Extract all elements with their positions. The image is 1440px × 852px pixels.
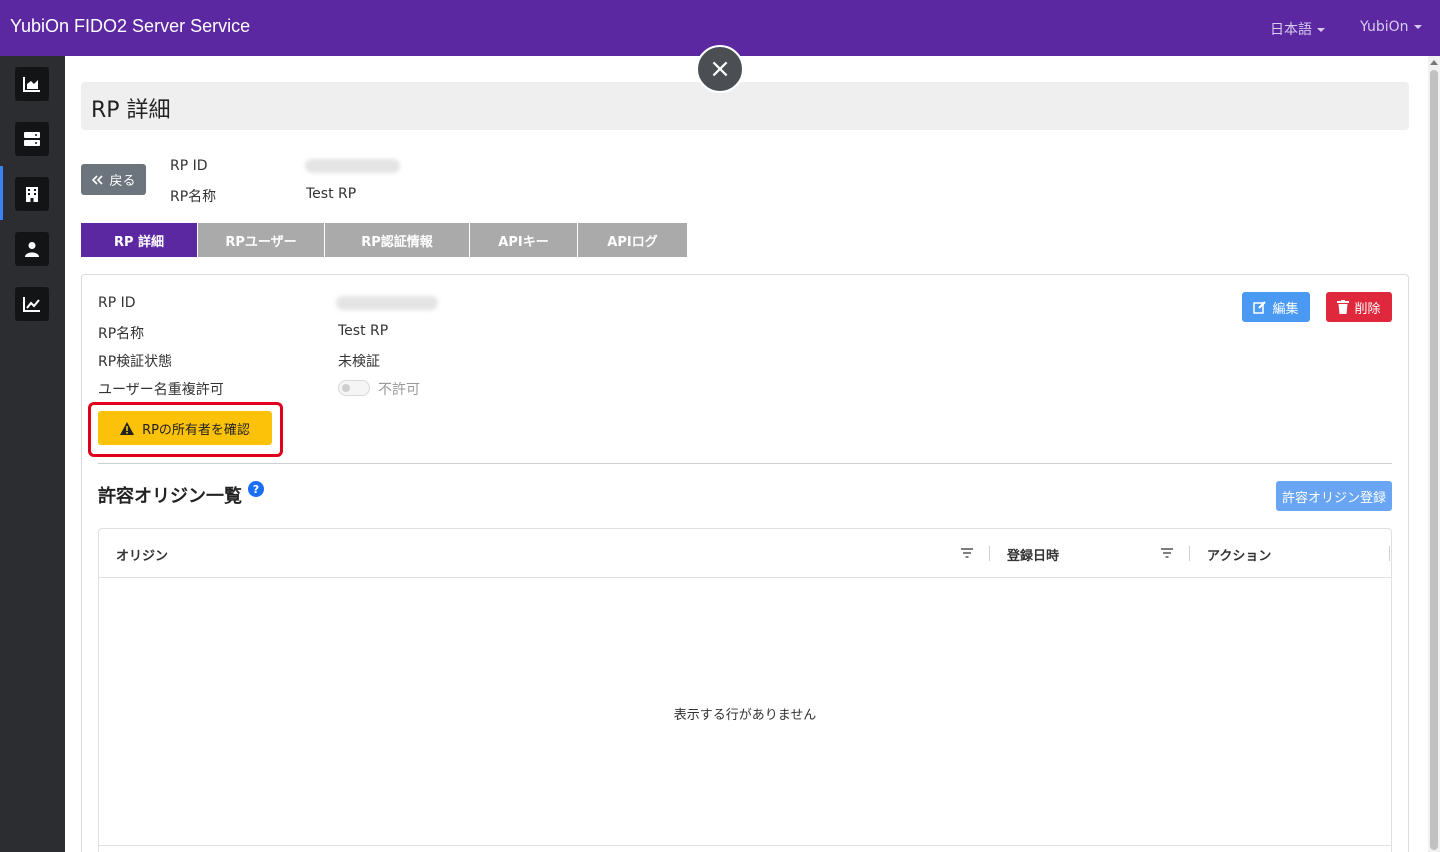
trash-icon (1337, 300, 1350, 314)
filter-icon[interactable] (960, 547, 974, 559)
grid-header: オリジン 登録日時 アクション (99, 529, 1391, 578)
user-dropdown[interactable]: YubiOn (1360, 19, 1422, 35)
sidebar-item-dashboard[interactable] (15, 67, 49, 101)
page-header: RP 詳細 (81, 82, 1409, 130)
sidebar-item-organization[interactable] (15, 177, 49, 211)
summary-rp-id-label: RP ID (170, 158, 208, 174)
column-separator[interactable] (1189, 546, 1190, 561)
detail-verify-value: 未検証 (338, 354, 380, 370)
column-header-origin[interactable]: オリジン (116, 545, 168, 564)
scroll-up-arrow-icon[interactable] (1430, 60, 1438, 65)
tab-api-logs[interactable]: APIログ (578, 223, 687, 257)
chevron-down-icon (1413, 25, 1422, 29)
section-divider (98, 463, 1392, 464)
tab-api-keys[interactable]: APIキー (470, 223, 578, 257)
column-separator[interactable] (1389, 546, 1390, 561)
filter-icon[interactable] (1160, 547, 1174, 559)
double-chevron-left-icon (92, 174, 104, 185)
server-icon (24, 132, 40, 146)
chevron-down-icon (1317, 28, 1325, 32)
close-icon: × (709, 54, 731, 84)
edit-icon (1253, 301, 1267, 314)
language-dropdown[interactable]: 日本語 (1270, 19, 1325, 39)
warning-icon (120, 421, 135, 435)
scrollbar-thumb[interactable] (1430, 70, 1438, 850)
detail-rp-id-label: RP ID (98, 295, 136, 311)
summary-rp-name-label: RP名称 (170, 189, 217, 205)
detail-rp-name-label: RP名称 (98, 326, 145, 342)
detail-dup-label: ユーザー名重複許可 (98, 382, 224, 398)
sidebar-item-users[interactable] (15, 232, 49, 266)
close-button[interactable]: × (696, 45, 744, 93)
sidebar-item-servers[interactable] (15, 122, 49, 156)
back-button-label: 戻る (109, 174, 136, 189)
language-label: 日本語 (1270, 22, 1312, 38)
help-icon[interactable]: ? (248, 481, 264, 497)
tab-rp-detail[interactable]: RP 詳細 (81, 223, 198, 257)
edit-button-label: 編集 (1272, 301, 1299, 317)
building-icon (26, 186, 38, 202)
delete-button[interactable]: 削除 (1326, 292, 1392, 322)
line-chart-icon (23, 297, 40, 312)
detail-tabs: RP 詳細 RPユーザー RP認証情報 APIキー APIログ (81, 223, 687, 257)
area-chart-icon (23, 77, 40, 92)
sidebar (0, 56, 65, 852)
detail-rp-name-value: Test RP (338, 323, 389, 339)
tab-rp-users[interactable]: RPユーザー (198, 223, 325, 257)
confirm-owner-label: RPの所有者を確認 (142, 422, 250, 438)
scrollbar[interactable] (1428, 56, 1440, 852)
confirm-owner-button[interactable]: RPの所有者を確認 (98, 411, 272, 445)
sidebar-active-indicator (0, 166, 3, 220)
column-header-registered-at[interactable]: 登録日時 (1007, 545, 1059, 564)
dup-allow-toggle (338, 380, 370, 396)
page-title: RP 詳細 (91, 98, 171, 123)
column-separator[interactable] (989, 546, 990, 561)
detail-rp-id-value-redacted (336, 296, 438, 310)
help-icon-glyph: ? (252, 482, 260, 496)
user-label: YubiOn (1360, 19, 1409, 35)
toggle-knob (342, 384, 350, 392)
origins-grid: オリジン 登録日時 アクション 表示する行がありません (98, 528, 1392, 852)
edit-button[interactable]: 編集 (1242, 292, 1310, 322)
detail-verify-label: RP検証状態 (98, 354, 173, 370)
app-title[interactable]: YubiOn FIDO2 Server Service (10, 16, 250, 37)
origins-title: 許容オリジン一覧 (98, 486, 242, 507)
column-header-actions[interactable]: アクション (1207, 545, 1271, 564)
detail-dup-value: 不許可 (378, 382, 420, 398)
user-icon (25, 242, 39, 257)
empty-grid-message: 表示する行がありません (673, 708, 817, 723)
back-button[interactable]: 戻る (81, 164, 146, 195)
register-origin-button[interactable]: 許容オリジン登録 (1276, 481, 1392, 511)
summary-rp-name-value: Test RP (306, 186, 357, 202)
sidebar-item-statistics[interactable] (15, 287, 49, 321)
tab-rp-credentials[interactable]: RP認証情報 (325, 223, 470, 257)
delete-button-label: 削除 (1354, 301, 1381, 317)
summary-rp-id-value-redacted (305, 159, 400, 173)
grid-footer-border (99, 845, 1391, 846)
